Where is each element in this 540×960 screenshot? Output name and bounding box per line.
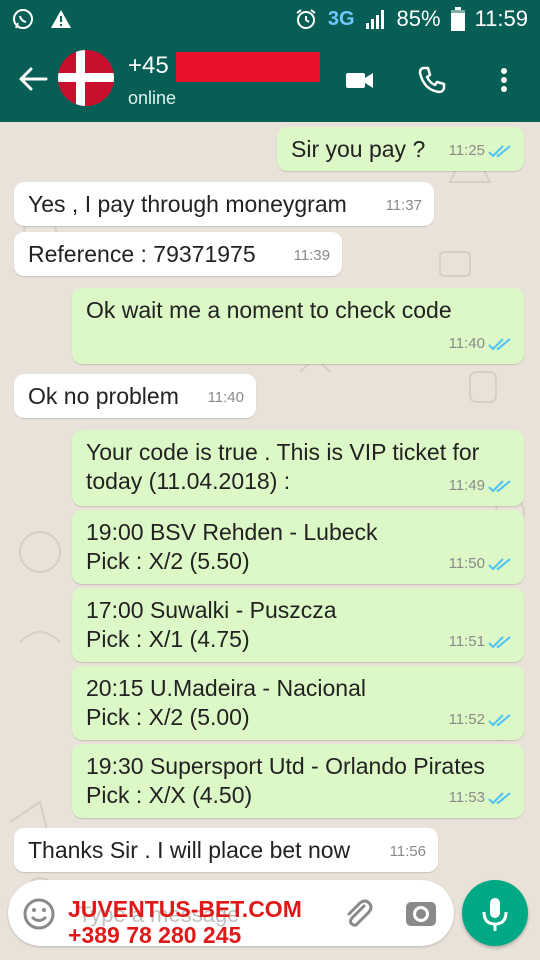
message-time: 11:56 bbox=[390, 837, 426, 866]
message-text: 20:15 U.Madeira - Nacional bbox=[86, 675, 366, 701]
message-time: 11:52 bbox=[449, 705, 512, 734]
read-ticks-icon bbox=[488, 791, 511, 804]
message-timestamp: 11:53 bbox=[448, 789, 485, 806]
message-time: 11:51 bbox=[449, 627, 512, 656]
message-timestamp: 11:49 bbox=[448, 477, 485, 494]
outgoing-message[interactable]: Your code is true . This is VIP ticket f… bbox=[72, 430, 524, 506]
message-timestamp: 11:51 bbox=[448, 633, 485, 650]
message-text: Pick : X/1 (4.75) bbox=[86, 626, 250, 652]
message-text: Yes , I pay through moneygram bbox=[28, 191, 347, 217]
message-text: 17:00 Suwalki - Puszcza bbox=[86, 597, 337, 623]
chat-area[interactable]: Sir you pay ? 11:25 Yes , I pay through mo… bbox=[0, 122, 540, 960]
read-ticks-icon bbox=[488, 713, 511, 726]
message-text: Pick : X/X (4.50) bbox=[86, 782, 253, 808]
outgoing-message[interactable]: Ok wait me a noment to check code 11:40 bbox=[72, 288, 524, 364]
denmark-flag-avatar[interactable] bbox=[58, 50, 114, 106]
message-time: 11:40 bbox=[208, 383, 244, 412]
status-bar: 3G 85% 11:59 bbox=[0, 0, 540, 38]
contact-name[interactable]: +45 bbox=[128, 52, 169, 80]
status-time: 11:59 bbox=[474, 6, 528, 31]
message-time: 11:49 bbox=[449, 471, 512, 500]
message-timestamp: 11:39 bbox=[293, 247, 330, 264]
message-text: Ok wait me a noment to check code bbox=[86, 297, 452, 323]
network-type: 3G bbox=[327, 7, 355, 30]
message-time: 11:37 bbox=[386, 191, 422, 220]
message-timestamp: 11:52 bbox=[448, 711, 485, 728]
message-text: today (11.04.2018) : bbox=[86, 468, 291, 494]
watermark-line2: +389 78 280 245 bbox=[68, 922, 242, 948]
camera-icon[interactable] bbox=[404, 896, 438, 930]
watermark-line1: JUVENTUS-BET.COM bbox=[68, 896, 302, 922]
read-ticks-icon bbox=[488, 479, 511, 492]
warning-icon bbox=[51, 10, 71, 28]
redacted-number bbox=[176, 52, 320, 82]
message-timestamp: 11:25 bbox=[448, 142, 485, 159]
message-text: Your code is true . This is VIP ticket f… bbox=[86, 439, 480, 465]
incoming-message[interactable]: Reference : 79371975 11:39 bbox=[14, 232, 342, 276]
signal-icon bbox=[365, 10, 384, 29]
attach-icon[interactable] bbox=[342, 898, 374, 930]
read-ticks-icon bbox=[488, 144, 511, 157]
more-vertical-icon[interactable] bbox=[488, 64, 520, 96]
video-call-icon[interactable] bbox=[344, 64, 376, 96]
battery-percent: 85% bbox=[396, 6, 441, 31]
mic-icon bbox=[482, 898, 508, 931]
message-text: 19:30 Supersport Utd - Orlando Pirates bbox=[86, 753, 485, 779]
alarm-icon bbox=[296, 9, 316, 29]
message-text: Thanks Sir . I will place bet now bbox=[28, 837, 351, 863]
message-timestamp: 11:50 bbox=[448, 555, 485, 572]
message-time: 11:25 bbox=[449, 136, 512, 165]
message-text: Pick : X/2 (5.00) bbox=[86, 704, 250, 730]
message-timestamp: 11:37 bbox=[385, 197, 422, 214]
incoming-message[interactable]: Thanks Sir . I will place bet now 11:56 bbox=[14, 828, 438, 872]
message-text: Pick : X/2 (5.50) bbox=[86, 548, 250, 574]
back-arrow-icon[interactable] bbox=[16, 62, 50, 96]
message-time: 11:39 bbox=[294, 241, 330, 270]
emoji-icon[interactable] bbox=[22, 897, 56, 931]
read-ticks-icon bbox=[488, 337, 511, 350]
message-text: Reference : 79371975 bbox=[28, 241, 256, 267]
outgoing-message[interactable]: 19:30 Supersport Utd - Orlando Pirates Pi… bbox=[72, 744, 524, 818]
outgoing-message[interactable]: 19:00 BSV Rehden - Lubeck Pick : X/2 (5.5… bbox=[72, 510, 524, 584]
message-time: 11:50 bbox=[449, 549, 512, 578]
message-timestamp: 11:40 bbox=[448, 335, 485, 352]
outgoing-message[interactable]: Sir you pay ? 11:25 bbox=[277, 127, 524, 171]
message-text: 19:00 BSV Rehden - Lubeck bbox=[86, 519, 378, 545]
watermark: JUVENTUS-BET.COM +389 78 280 245 bbox=[68, 896, 302, 948]
message-time: 11:53 bbox=[449, 783, 512, 812]
battery-icon bbox=[450, 7, 465, 31]
whatsapp-icon bbox=[13, 9, 33, 29]
message-timestamp: 11:56 bbox=[389, 843, 426, 860]
mic-button[interactable] bbox=[462, 880, 528, 946]
contact-status: online bbox=[128, 88, 177, 108]
message-time: 11:40 bbox=[449, 329, 512, 358]
incoming-message[interactable]: Ok no problem 11:40 bbox=[14, 374, 256, 418]
read-ticks-icon bbox=[488, 635, 511, 648]
chat-header: +45 online bbox=[0, 38, 540, 122]
incoming-message[interactable]: Yes , I pay through moneygram 11:37 bbox=[14, 182, 434, 226]
outgoing-message[interactable]: 17:00 Suwalki - Puszcza Pick : X/1 (4.75)… bbox=[72, 588, 524, 662]
phone-icon[interactable] bbox=[416, 64, 448, 96]
message-timestamp: 11:40 bbox=[207, 389, 244, 406]
read-ticks-icon bbox=[488, 557, 511, 570]
outgoing-message[interactable]: 20:15 U.Madeira - Nacional Pick : X/2 (5.… bbox=[72, 666, 524, 740]
